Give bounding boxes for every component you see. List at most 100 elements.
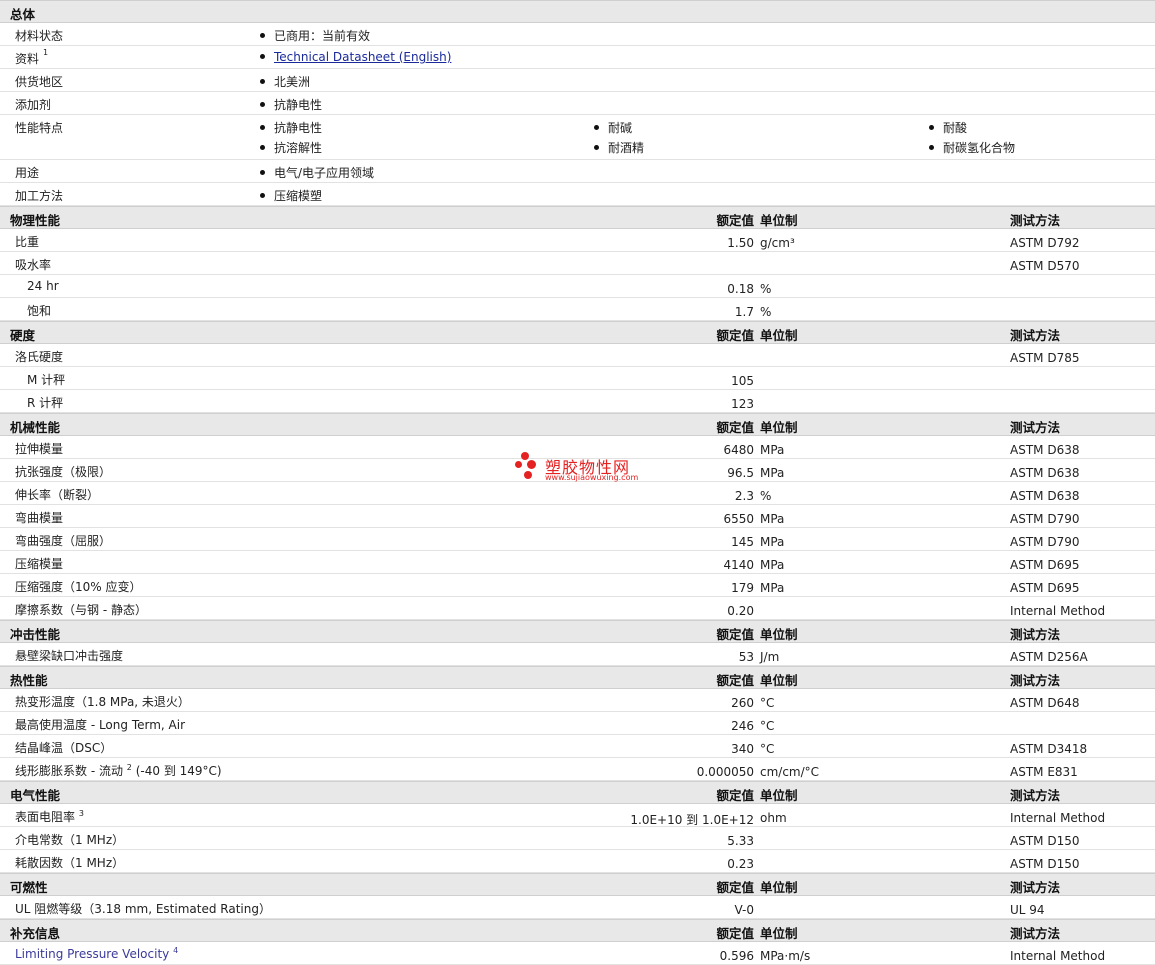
bullet-text: 抗静电性 [274,121,323,135]
section-header: 可燃性 额定值 单位制 测试方法 [0,873,1155,896]
property-value: 0.18 [727,282,754,296]
property-name: 比重 [15,235,40,249]
property-name: 饱和 [27,304,52,318]
property-row: 线形膨胀系数 - 流动 2 (-40 到 149°C) 0.000050 cm/cm… [0,758,1155,781]
bullet-text: 压缩模塑 [274,189,323,203]
test-method: ASTM D256A [1010,650,1088,664]
bullet-dot-icon [260,54,265,59]
property-row: 结晶峰温（DSC） 340 °C ASTM D3418 [0,735,1155,758]
section-header: 硬度 额定值 单位制 测试方法 [0,321,1155,344]
property-unit: % [760,489,772,503]
property-name: 拉伸模量 [15,442,64,456]
col-header-unit: 单位制 [760,880,798,895]
bullet-dot-icon [260,193,265,198]
property-label: 拉伸模量 [15,440,63,457]
test-method: ASTM D638 [1010,466,1080,480]
property-row: 表面电阻率 3 1.0E+10 到 1.0E+12 ohm Internal Meth… [0,804,1155,827]
test-method: ASTM D792 [1010,236,1080,250]
property-row: 悬壁梁缺口冲击强度 53 J/m ASTM D256A [0,643,1155,666]
test-method: ASTM D638 [1010,443,1080,457]
property-label: 热变形温度（1.8 MPa, 未退火） [15,693,190,710]
property-value: 2.3 [734,489,754,503]
bullet-item: 抗静电性 [260,96,322,113]
property-value: 5.33 [727,834,754,848]
section-title: 电气性能 [10,788,61,803]
test-method: ASTM D648 [1010,696,1080,710]
footnote-marker: 1 [43,48,49,57]
section-header-general: 总体 [0,0,1155,23]
property-label: UL 阻燃等级（3.18 mm, Estimated Rating） [15,900,271,917]
bullet-text: 耐酸 [943,121,968,135]
test-method: ASTM E831 [1010,765,1078,779]
property-label: 线形膨胀系数 - 流动 2 (-40 到 149°C) [15,762,222,779]
footnote-marker: 3 [78,809,84,818]
bullet-dot-icon [260,170,265,175]
property-value: 246 [731,719,754,733]
property-value: 0.23 [727,857,754,871]
test-method: ASTM D3418 [1010,742,1088,756]
property-value: 340 [731,742,754,756]
test-method: ASTM D570 [1010,259,1080,273]
bullet-dot-icon [594,145,599,150]
col-header-unit: 单位制 [760,926,798,941]
section-title: 热性能 [10,673,48,688]
property-row: 弯曲模量 6550 MPa ASTM D790 [0,505,1155,528]
property-unit: ohm [760,811,787,825]
property-unit: cm/cm/°C [760,765,820,779]
bullet-item: 耐酸 [929,119,967,136]
watermark-logo: 塑胶物性网 www.sujiaowuxing.com [515,452,655,486]
col-header-unit: 单位制 [760,673,798,688]
property-label: 压缩模量 [15,555,63,572]
property-name: Limiting Pressure Velocity [15,947,170,961]
property-value: 1.50 [727,236,754,250]
property-row: M 计秤 105 [0,367,1155,390]
col-header-value: 额定值 [716,627,754,642]
property-unit: % [760,305,772,319]
col-header-method: 测试方法 [1010,880,1061,895]
test-method: ASTM D695 [1010,581,1080,595]
property-name: UL 阻燃等级（3.18 mm, Estimated Rating） [15,902,271,916]
property-label: 洛氏硬度 [15,348,63,365]
property-name: 表面电阻率 [15,810,76,824]
bullet-text: 耐碱 [608,121,633,135]
datasheet-link[interactable]: Technical Datasheet (English) [274,50,451,64]
section-header: 冲击性能 额定值 单位制 测试方法 [0,620,1155,643]
bullet-item: 压缩模塑 [260,187,322,204]
property-unit: MPa [760,558,785,572]
property-name: 吸水率 [15,258,52,272]
property-unit: MPa [760,466,785,480]
property-name: 24 hr [27,279,59,293]
property-label: 介电常数（1 MHz） [15,831,124,848]
property-name: 洛氏硬度 [15,350,64,364]
bullet-text: 已商用：当前有效 [274,29,371,43]
test-method: ASTM D785 [1010,351,1080,365]
col-header-value: 额定值 [716,926,754,941]
property-row: 摩擦系数（与钢 - 静态） 0.20 Internal Method [0,597,1155,620]
property-row: UL 阻燃等级（3.18 mm, Estimated Rating） V-0 UL … [0,896,1155,919]
property-row: 弯曲强度（屈服） 145 MPa ASTM D790 [0,528,1155,551]
bullet-dot-icon [260,33,265,38]
test-method: UL 94 [1010,903,1045,917]
property-value: 145 [731,535,754,549]
row-label: 供货地区 [15,75,64,89]
general-row: 用途 电气/电子应用领域 [0,160,1155,183]
col-header-unit: 单位制 [760,788,798,803]
property-value: 260 [731,696,754,710]
property-name: M 计秤 [27,373,66,387]
bullet-text: 耐酒精 [608,141,645,155]
property-label: 吸水率 [15,256,51,273]
bullet-item[interactable]: Technical Datasheet (English) [260,50,451,64]
property-label: R 计秤 [27,394,63,411]
property-label: 悬壁梁缺口冲击强度 [15,647,123,664]
test-method: ASTM D790 [1010,535,1080,549]
test-method: Internal Method [1010,811,1106,825]
property-value: 1.0E+10 到 1.0E+12 [630,813,754,827]
property-name: 热变形温度（1.8 MPa, 未退火） [15,695,190,709]
property-condition: (-40 到 149°C) [135,764,222,778]
col-header-value: 额定值 [716,880,754,895]
property-label: M 计秤 [27,371,65,388]
property-unit: g/cm³ [760,236,795,250]
property-label: 24 hr [27,279,59,293]
property-row: 比重 1.50 g/cm³ ASTM D792 [0,229,1155,252]
property-unit: MPa·m/s [760,949,811,963]
